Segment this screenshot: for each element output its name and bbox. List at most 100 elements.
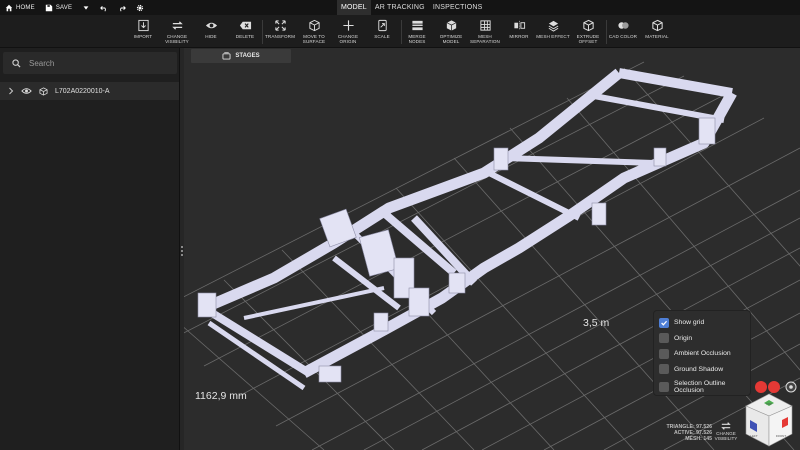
chassis-model[interactable] xyxy=(201,68,737,391)
change-origin-label: CHANGE ORIGIN xyxy=(337,34,359,44)
change-origin-icon xyxy=(341,18,355,32)
redo-button[interactable] xyxy=(113,0,131,15)
cad-color-label: CAD COLOR xyxy=(608,34,638,39)
transform-icon xyxy=(273,18,287,32)
mesh-separation-icon xyxy=(478,18,492,32)
optimize-model-icon xyxy=(444,18,458,32)
gear-icon xyxy=(137,4,144,11)
checkbox-checked[interactable] xyxy=(659,317,669,328)
mirror-icon xyxy=(512,18,526,32)
redo-icon xyxy=(120,5,127,12)
checkbox[interactable] xyxy=(659,364,669,375)
checkbox[interactable] xyxy=(659,382,669,392)
material-label: MATERIAL xyxy=(645,34,669,39)
view-cube-front-label: FRONT xyxy=(776,434,786,438)
view-cube[interactable]: TOP LEFT FRONT xyxy=(744,376,800,450)
home-label: HOME xyxy=(16,4,35,11)
gear-icon xyxy=(789,385,793,389)
view-cube-top-label: TOP xyxy=(766,402,772,406)
save-label: SAVE xyxy=(55,4,73,11)
undo-icon xyxy=(100,5,107,12)
hide-label: HIDE xyxy=(205,34,217,39)
option-ground-shadow[interactable]: Ground Shadow xyxy=(659,362,745,378)
length-dimension-label: 3,5 m xyxy=(583,317,610,329)
undo-button[interactable] xyxy=(95,0,113,15)
eye-icon xyxy=(204,18,218,32)
scale-icon xyxy=(375,18,389,32)
mirror-label: MIRROR xyxy=(509,34,529,39)
top-bar: HOME SAVE MODEL AR TRACKING INSPECTIONS xyxy=(0,0,800,15)
view-cube-left-label: LEFT xyxy=(750,434,758,438)
stages-button[interactable]: STAGES xyxy=(191,49,291,63)
eye-icon[interactable] xyxy=(21,87,32,95)
tab-model[interactable]: MODEL xyxy=(337,0,371,15)
option-label: Ground Shadow xyxy=(674,365,724,373)
view-cube-red-dot[interactable] xyxy=(768,381,780,393)
material-button[interactable]: MATERIAL xyxy=(637,18,677,39)
settings-button[interactable] xyxy=(131,0,149,15)
option-show-grid[interactable]: Show grid xyxy=(659,315,745,331)
mesh-stats: TRIANGLE: 97.526 ACTIVE: 97.526 MESH: 14… xyxy=(630,424,712,442)
caret-down-icon xyxy=(83,5,89,10)
merge-nodes-label: MERGE NODES xyxy=(408,34,426,44)
save-dropdown-button[interactable] xyxy=(77,0,95,15)
change-visibility-label: CHANGE VISIBILITY xyxy=(714,431,738,441)
change-visibility-icon xyxy=(721,422,731,430)
toolbar: IMPORT CHANGE VISIBILITY HIDE DELETE TRA… xyxy=(0,15,800,48)
tab-inspections[interactable]: INSPECTIONS xyxy=(429,0,487,15)
extrude-offset-icon xyxy=(581,18,595,32)
mesh-effect-label: MESH EFFECT xyxy=(536,34,570,39)
save-button[interactable]: SAVE xyxy=(40,0,77,15)
import-label: IMPORT xyxy=(133,34,153,39)
move-to-surface-label: MOVE TO SURFACE xyxy=(302,34,326,44)
checkmark-icon xyxy=(661,320,668,326)
merge-nodes-icon xyxy=(410,18,424,32)
stages-label: STAGES xyxy=(235,53,260,59)
option-selection-outline-occlusion[interactable]: Selection Outline Occlusion xyxy=(659,377,745,397)
extrude-offset-button[interactable]: EXTRUDE OFFSET xyxy=(568,18,608,44)
option-label: Show grid xyxy=(674,319,705,327)
cad-color-icon xyxy=(616,18,630,32)
option-origin[interactable]: Origin xyxy=(659,331,745,347)
checkbox[interactable] xyxy=(659,333,669,344)
change-visibility-icon xyxy=(170,18,184,32)
search-icon xyxy=(12,58,21,68)
chevron-right-icon[interactable] xyxy=(8,87,14,95)
home-button[interactable]: HOME xyxy=(0,0,40,15)
change-visibility-small-button[interactable]: CHANGE VISIBILITY xyxy=(711,421,741,441)
delete-label: DELETE xyxy=(235,34,255,39)
mesh-count: MESH: 145 xyxy=(685,435,712,442)
tab-ar-tracking[interactable]: AR TRACKING xyxy=(371,0,429,15)
width-dimension-label: 1162,9 mm xyxy=(195,390,247,402)
delete-button[interactable]: DELETE xyxy=(225,18,265,39)
search-input[interactable] xyxy=(29,58,159,68)
home-icon xyxy=(5,4,13,11)
option-label: Selection Outline Occlusion xyxy=(674,380,726,394)
move-to-surface-icon xyxy=(307,18,321,32)
view-options-panel: Show grid Origin Ambient Occlusion Groun… xyxy=(654,311,750,395)
option-ambient-occlusion[interactable]: Ambient Occlusion xyxy=(659,346,745,362)
checkbox[interactable] xyxy=(659,348,669,359)
option-label: Origin xyxy=(674,334,693,342)
option-label: Ambient Occlusion xyxy=(674,350,731,358)
transform-label: TRANSFORM xyxy=(265,34,295,39)
optimize-model-label: OPTIMIZE MODEL xyxy=(439,34,463,44)
material-icon xyxy=(650,18,664,32)
mesh-icon xyxy=(39,86,48,96)
tree-item[interactable]: L702A0220010-A xyxy=(0,82,179,100)
save-icon xyxy=(45,4,53,11)
change-visibility-label: CHANGE VISIBILITY xyxy=(165,34,189,44)
tree-item-label: L702A0220010-A xyxy=(55,87,110,95)
view-cube-red-dot[interactable] xyxy=(755,381,767,393)
stages-icon xyxy=(222,52,231,60)
scale-button[interactable]: SCALE xyxy=(362,18,402,39)
mesh-effect-button[interactable]: MESH EFFECT xyxy=(533,18,573,39)
mesh-effect-icon xyxy=(546,18,560,32)
delete-icon xyxy=(238,18,252,32)
scale-label: SCALE xyxy=(374,34,390,39)
search-box[interactable] xyxy=(3,52,177,74)
scene-tree-panel: L702A0220010-A xyxy=(0,48,180,450)
extrude-offset-label: EXTRUDE OFFSET xyxy=(576,34,600,44)
import-icon xyxy=(136,18,150,32)
mesh-separation-label: MESH SEPARATION xyxy=(470,34,500,44)
